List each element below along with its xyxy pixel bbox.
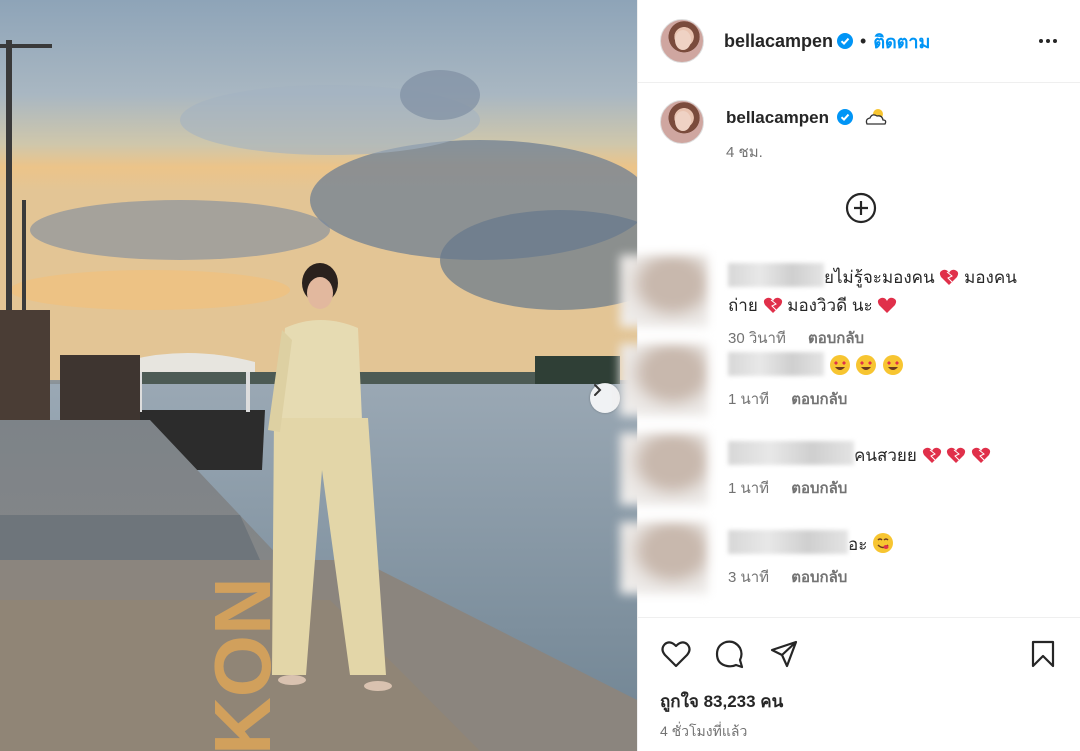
verified-badge-icon — [837, 109, 854, 125]
comment-username-blurred[interactable] — [728, 352, 824, 376]
comment-text-part: อะ — [848, 535, 868, 554]
comment-time: 1 นาที — [728, 391, 770, 408]
sun-behind-cloud-icon — [865, 109, 887, 125]
post-photo-scene: KON — [0, 0, 637, 751]
comment-username-blurred[interactable] — [728, 441, 854, 465]
next-photo-button[interactable] — [590, 383, 620, 413]
comment-avatar-blurred[interactable] — [620, 255, 708, 327]
post-actions: ถูกใจ 83,233 คน 4 ชั่วโมงที่แล้ว — [638, 617, 1080, 743]
comment-text: คนสวยย — [728, 433, 1080, 470]
comment-meta: 1 นาที ตอบกลับ — [728, 476, 1080, 500]
heart-eyes-emoji-icon — [883, 355, 904, 375]
comment-text — [728, 344, 1080, 381]
comment-icon — [715, 640, 744, 669]
heart-emoji-icon — [940, 269, 959, 285]
like-button[interactable] — [660, 638, 692, 670]
heart-emoji-icon — [922, 447, 941, 463]
action-icons-row — [660, 638, 1059, 670]
post-time-ago: 4 ชั่วโมงที่แล้ว — [660, 723, 748, 739]
comment-text-part: มองคน — [959, 268, 1017, 287]
comment-text-part: มองวิวดี นะ — [782, 296, 878, 315]
heart-emoji-icon — [971, 447, 991, 463]
send-icon — [770, 640, 798, 668]
bookmark-icon — [1031, 640, 1055, 668]
comment-username-blurred[interactable] — [728, 530, 848, 554]
caption-author-username[interactable]: bellacampen — [726, 108, 829, 127]
heart-emoji-icon — [763, 297, 782, 313]
add-circle-icon[interactable] — [845, 192, 877, 224]
heart-eyes-emoji-icon — [829, 355, 850, 375]
comment-text-part: คนสวยย — [854, 446, 917, 465]
likes-count[interactable]: ถูกใจ 83,233 คน — [660, 688, 1059, 715]
post-caption: bellacampen 4 ชม. — [660, 100, 1060, 164]
comment-avatar-blurred[interactable] — [620, 344, 708, 416]
comment-text: ยไม่รู้จะมองคน มองคน ถ่าย มองวิวดี นะ — [728, 255, 1080, 320]
comment-avatar-blurred[interactable] — [620, 433, 708, 505]
reply-button[interactable]: ตอบกลับ — [791, 480, 847, 497]
comment-item: 1 นาที ตอบกลับ — [620, 344, 1080, 433]
verified-badge-icon — [837, 33, 854, 49]
comments-list: ยไม่รู้จะมองคน มองคน ถ่าย มองวิวดี นะ 30… — [620, 255, 1080, 611]
comment-text-part: ถ่าย — [728, 296, 758, 315]
chevron-right-icon — [594, 384, 602, 396]
comment-time: 3 นาที — [728, 569, 770, 586]
caption-body: bellacampen 4 ชม. — [704, 100, 888, 164]
reply-button[interactable]: ตอบกลับ — [791, 569, 847, 586]
save-button[interactable] — [1027, 638, 1059, 670]
comment-username-blurred[interactable] — [728, 263, 824, 287]
comment-meta: 3 นาที ตอบกลับ — [728, 565, 1080, 589]
follow-button[interactable]: ติดตาม — [873, 27, 930, 56]
comment-item: คนสวยย 1 นาที ตอบกลับ — [620, 433, 1080, 522]
comment-meta: 1 นาที ตอบกลับ — [728, 387, 1080, 411]
comment-time: 1 นาที — [728, 480, 770, 497]
post-detail-panel: bellacampen • ติดตาม bellacampen 4 ชม. ย… — [620, 0, 1080, 751]
comment-item: ยไม่รู้จะมองคน มองคน ถ่าย มองวิวดี นะ 30… — [620, 255, 1080, 347]
post-photo[interactable]: KON — [0, 0, 637, 751]
more-options-icon[interactable] — [1036, 29, 1060, 53]
comment-text-part: ยไม่รู้จะมองคน — [824, 268, 935, 287]
caption-author-avatar[interactable] — [660, 100, 704, 144]
comment-avatar-blurred[interactable] — [620, 522, 708, 594]
comment-text: อะ — [728, 522, 1080, 559]
red-heart-emoji-icon — [878, 297, 897, 313]
heart-emoji-icon — [947, 447, 966, 463]
separator-dot: • — [860, 30, 867, 51]
caption-timestamp: 4 ชม. — [726, 144, 763, 161]
share-button[interactable] — [768, 638, 800, 670]
author-username[interactable]: bellacampen — [724, 31, 833, 52]
yum-face-emoji-icon — [873, 533, 894, 553]
comment-button[interactable] — [714, 638, 746, 670]
heart-outline-icon — [661, 641, 691, 668]
author-avatar[interactable] — [660, 19, 704, 63]
comment-item: อะ 3 นาที ตอบกลับ — [620, 522, 1080, 611]
reply-button[interactable]: ตอบกลับ — [791, 391, 847, 408]
heart-eyes-emoji-icon — [856, 355, 877, 375]
post-header: bellacampen • ติดตาม — [638, 0, 1080, 83]
